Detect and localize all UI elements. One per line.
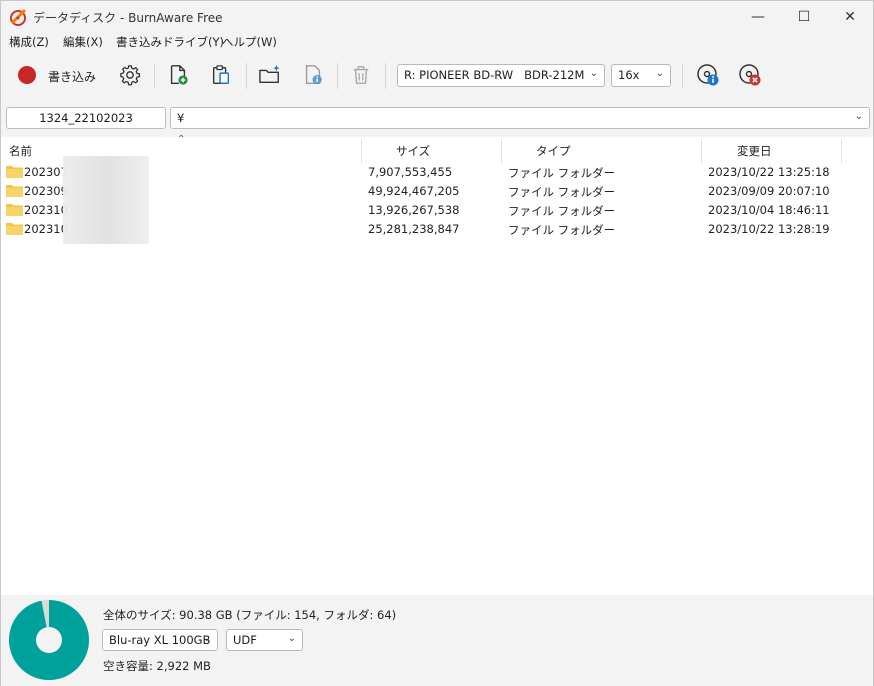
clipboard-icon <box>212 65 230 84</box>
disc-info-icon <box>697 64 719 86</box>
paste-button[interactable] <box>206 61 236 89</box>
row-date: 2023/10/22 13:25:18 <box>708 165 830 179</box>
menu-burn-drive[interactable]: 書き込みドライブ(Y) <box>116 34 224 50</box>
trash-icon <box>353 66 369 84</box>
path-value: ¥ <box>177 111 185 125</box>
speed-select[interactable]: 16x ⌄ <box>611 64 671 87</box>
row-size: 25,281,238,847 <box>368 222 460 236</box>
redaction-blur <box>63 156 149 244</box>
file-info-icon <box>305 65 322 85</box>
chevron-down-icon: ⌄ <box>287 633 296 644</box>
row-name: 202307 <box>24 165 68 179</box>
folder-icon <box>6 166 23 178</box>
column-divider[interactable] <box>361 139 362 163</box>
settings-button[interactable] <box>115 61 145 89</box>
column-header-size[interactable]: サイズ <box>396 139 430 161</box>
row-date: 2023/10/04 18:46:11 <box>708 203 830 217</box>
status-bar: 全体のサイズ: 90.38 GB (ファイル: 154, フォルダ: 64) B… <box>1 595 873 686</box>
column-header-name[interactable]: 名前 <box>9 139 32 161</box>
disc-usage-pie <box>9 600 89 680</box>
chevron-down-icon: ⌄ <box>655 68 664 79</box>
window-title: データディスク - BurnAware Free <box>33 11 223 25</box>
pie-hole <box>36 627 62 653</box>
maximize-button[interactable]: ☐ <box>781 1 827 33</box>
chevron-down-icon: ⌄ <box>854 111 863 122</box>
new-folder-icon <box>259 64 280 84</box>
row-type: ファイル フォルダー <box>508 185 616 199</box>
erase-disc-button[interactable] <box>735 61 765 89</box>
menu-bar: 構成(Z) 編集(X) 書き込みドライブ(Y) ヘルプ(W) <box>1 33 873 51</box>
burn-record-icon <box>18 66 36 84</box>
path-select[interactable]: ¥ ⌄ <box>170 107 870 129</box>
gear-icon <box>120 65 141 86</box>
row-name: 202310 <box>24 203 68 217</box>
menu-edit[interactable]: 編集(X) <box>63 34 103 50</box>
folder-icon <box>6 204 23 216</box>
column-divider[interactable] <box>501 139 502 163</box>
properties-button[interactable] <box>298 61 328 89</box>
minimize-button[interactable]: — <box>735 1 781 33</box>
folder-icon <box>6 185 23 197</box>
disc-type-select[interactable]: Blu-ray XL 100GB ⌄ <box>102 629 218 651</box>
filesystem-value: UDF <box>233 633 257 647</box>
row-size: 13,926,267,538 <box>368 203 460 217</box>
app-window: データディスク - BurnAware Free — ☐ ✕ 構成(Z) 編集(… <box>0 0 874 686</box>
row-date: 2023/09/09 20:07:10 <box>708 184 830 198</box>
add-file-icon <box>170 65 188 85</box>
row-size: 7,907,553,455 <box>368 165 453 179</box>
row-date: 2023/10/22 13:28:19 <box>708 222 830 236</box>
toolbar-separator <box>154 63 155 89</box>
drive-select-value: R: PIONEER BD-RW BDR-212M <box>404 68 585 82</box>
folder-icon <box>6 223 23 235</box>
path-bar: 1324_22102023 ¥ ⌄ <box>1 99 873 137</box>
column-header-type[interactable]: タイプ <box>536 139 571 161</box>
row-type: ファイル フォルダー <box>508 204 616 218</box>
burnaware-logo-icon <box>10 9 26 26</box>
row-name: 202310 <box>24 222 68 236</box>
column-divider[interactable] <box>841 139 842 163</box>
column-divider[interactable] <box>701 139 702 163</box>
delete-button[interactable] <box>346 61 376 89</box>
row-size: 49,924,467,205 <box>368 184 460 198</box>
disc-type-value: Blu-ray XL 100GB <box>109 633 211 647</box>
speed-select-value: 16x <box>618 68 640 82</box>
toolbar-separator <box>246 63 247 89</box>
filesystem-select[interactable]: UDF ⌄ <box>226 629 303 651</box>
close-button[interactable]: ✕ <box>827 1 873 33</box>
menu-configure[interactable]: 構成(Z) <box>9 34 49 50</box>
chevron-down-icon: ⌄ <box>202 633 211 644</box>
menu-help[interactable]: ヘルプ(W) <box>222 34 277 50</box>
toolbar-separator <box>337 63 338 89</box>
disc-label-input[interactable]: 1324_22102023 <box>6 107 166 129</box>
burn-button-label[interactable]: 書き込み <box>48 68 96 85</box>
add-files-button[interactable] <box>163 61 193 89</box>
disc-info-button[interactable] <box>693 61 723 89</box>
disc-erase-icon <box>739 64 761 86</box>
row-type: ファイル フォルダー <box>508 223 616 237</box>
row-type: ファイル フォルダー <box>508 166 616 180</box>
total-size-text: 全体のサイズ: 90.38 GB (ファイル: 154, フォルダ: 64) <box>103 608 397 622</box>
row-name: 202309 <box>24 184 68 198</box>
column-header-modified[interactable]: 変更日 <box>737 139 772 161</box>
toolbar-separator <box>385 63 386 89</box>
burn-button[interactable] <box>13 61 41 89</box>
drive-select[interactable]: R: PIONEER BD-RW BDR-212M ⌄ <box>397 64 605 87</box>
free-space-text: 空き容量: 2,922 MB <box>103 659 211 673</box>
chevron-down-icon: ⌄ <box>589 68 598 79</box>
toolbar: 書き込み R: PIONEER BD-RW BDR-212M ⌄ 16x ⌄ <box>1 51 873 99</box>
toolbar-separator <box>682 63 683 89</box>
new-folder-button[interactable] <box>255 61 285 89</box>
title-bar[interactable]: データディスク - BurnAware Free — ☐ ✕ <box>1 1 873 33</box>
